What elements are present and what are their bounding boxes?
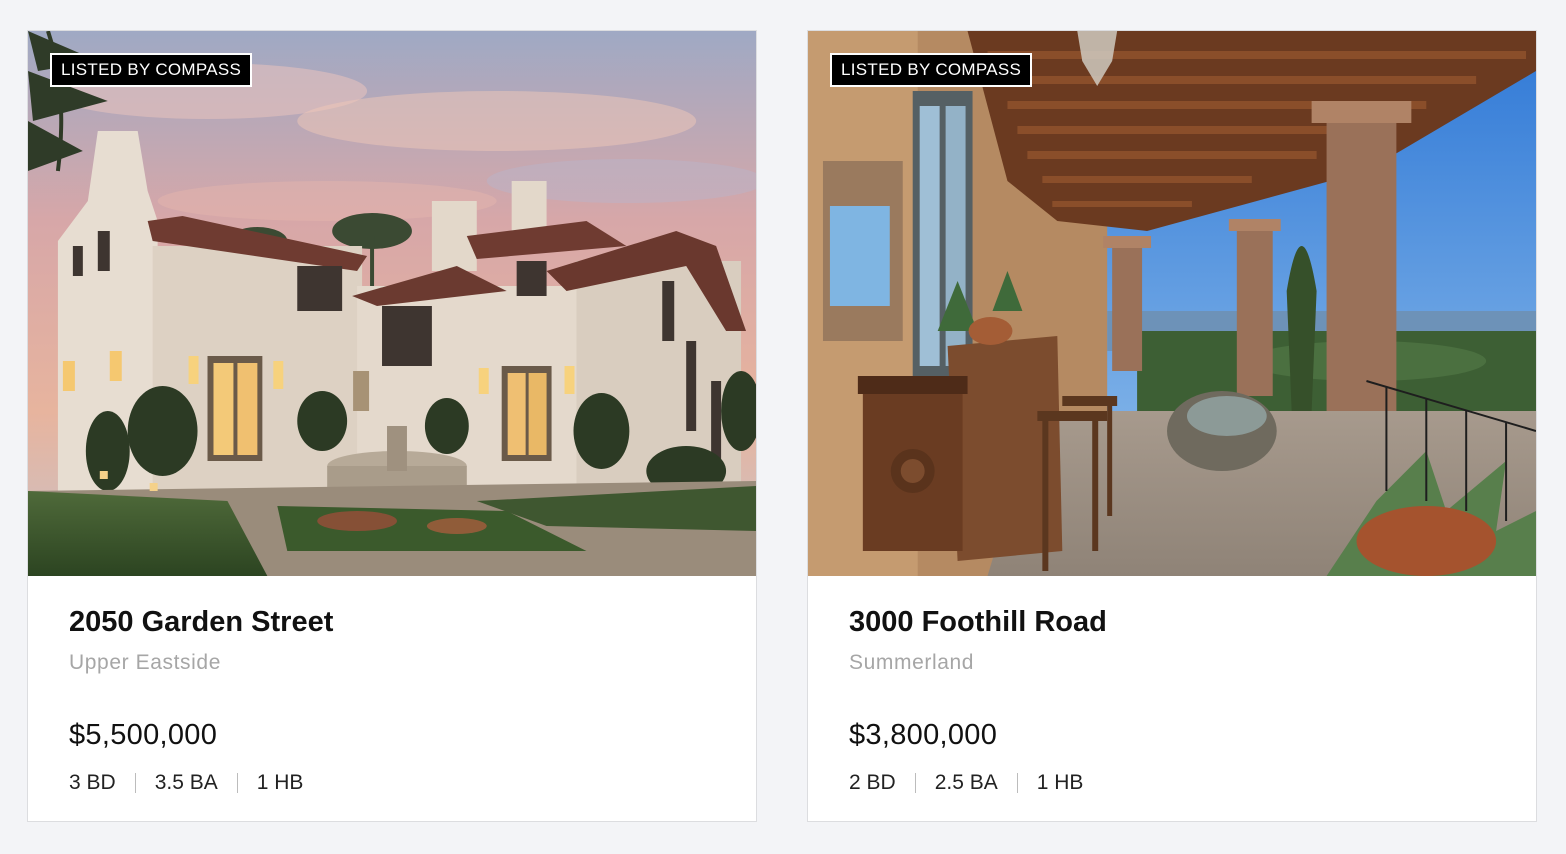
- listing-neighborhood: Upper Eastside: [69, 651, 221, 674]
- listing-price: $3,800,000: [849, 719, 998, 751]
- spec-divider: [1016, 773, 1018, 793]
- half-baths-count: 1 HB: [256, 771, 304, 794]
- listing-specs: 2 BD 2.5 BA 1 HB: [849, 770, 1536, 796]
- listing-specs: 3 BD 3.5 BA 1 HB: [69, 770, 756, 796]
- listing-photo[interactable]: LISTED BY COMPASS: [808, 31, 1536, 576]
- listing-card[interactable]: LISTED BY COMPASS 3000 Foothill Road Sum…: [807, 30, 1537, 822]
- spec-divider: [236, 773, 238, 793]
- listing-card[interactable]: LISTED BY COMPASS 2050 Garden Street Upp…: [27, 30, 757, 822]
- listed-by-badge: LISTED BY COMPASS: [50, 53, 253, 87]
- house-exterior-photo: [28, 31, 756, 576]
- listed-by-badge: LISTED BY COMPASS: [830, 53, 1033, 87]
- baths-count: 3.5 BA: [154, 771, 218, 794]
- spec-divider: [134, 773, 136, 793]
- beds-count: 2 BD: [849, 771, 896, 794]
- listing-price: $5,500,000: [69, 719, 218, 751]
- listing-address[interactable]: 3000 Foothill Road: [849, 604, 1536, 640]
- listing-info: 3000 Foothill Road Summerland $3,800,000…: [808, 576, 1536, 796]
- listing-grid: LISTED BY COMPASS 2050 Garden Street Upp…: [0, 0, 1566, 854]
- patio-photo: [808, 31, 1536, 576]
- half-baths-count: 1 HB: [1036, 771, 1084, 794]
- baths-count: 2.5 BA: [934, 771, 998, 794]
- beds-count: 3 BD: [69, 771, 116, 794]
- spec-divider: [914, 773, 916, 793]
- listing-neighborhood: Summerland: [849, 651, 975, 674]
- listing-info: 2050 Garden Street Upper Eastside $5,500…: [28, 576, 756, 796]
- listing-photo[interactable]: LISTED BY COMPASS: [28, 31, 756, 576]
- listing-address[interactable]: 2050 Garden Street: [69, 604, 756, 640]
